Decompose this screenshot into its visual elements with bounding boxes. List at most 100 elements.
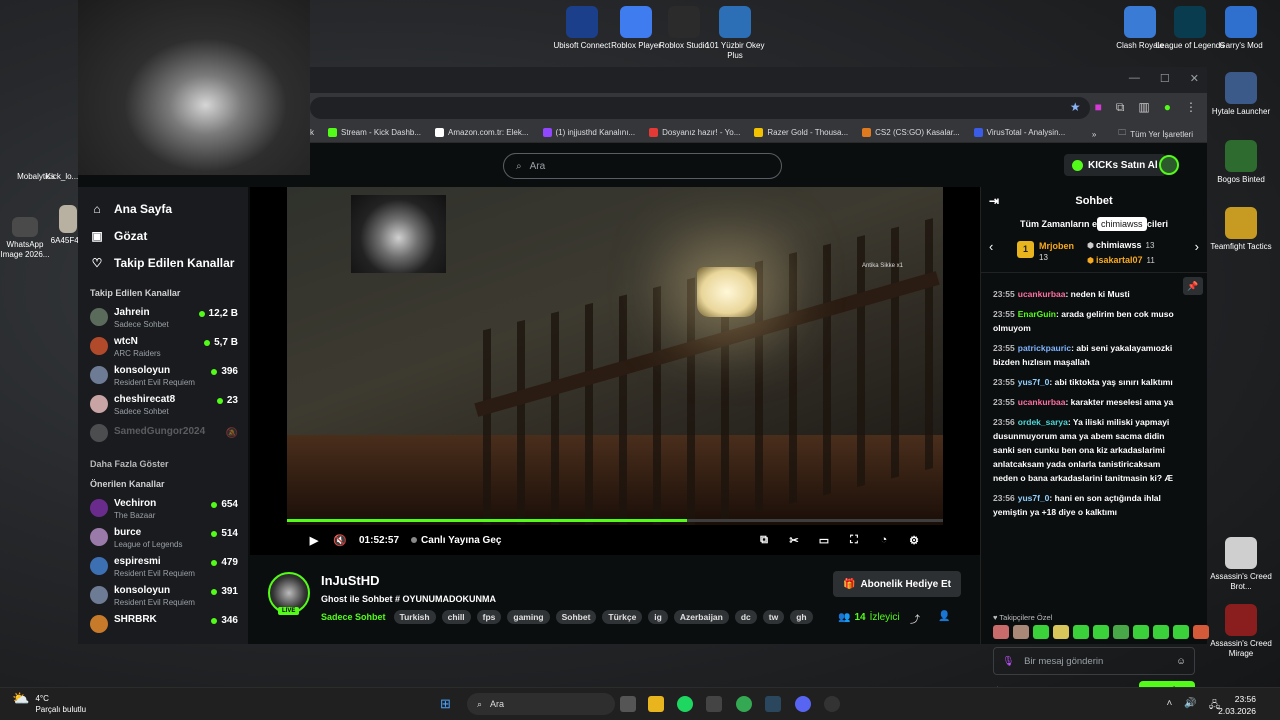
task-view-icon[interactable] xyxy=(620,696,636,712)
share-icon[interactable]: ⤴ xyxy=(910,611,920,626)
tray-arrow-icon[interactable]: ˄ xyxy=(1167,698,1173,715)
sidebar-channel[interactable]: konsoloyun Resident Evil Requiem 396 xyxy=(78,362,248,391)
stream-tag[interactable]: ig xyxy=(648,610,668,624)
sidebar-channel[interactable]: espiresmi Resident Evil Requiem 479 xyxy=(78,553,248,582)
chevron-left-icon[interactable]: ‹ xyxy=(989,239,993,254)
show-more-link[interactable]: Daha Fazla Göster xyxy=(78,459,248,469)
extension-icon[interactable]: ■ xyxy=(1095,100,1102,115)
bookmark-item[interactable]: CS2 (CS:GO) Kasalar... xyxy=(862,128,960,137)
stream-tag[interactable]: chill xyxy=(441,610,471,624)
message-username[interactable]: ucankurbaa xyxy=(1018,397,1066,407)
nav-item[interactable]: ▣ Gözat xyxy=(78,222,248,249)
video-player[interactable]: Antika Sikke x1 ▶ 🔇 01:52:57 Canlı Yayın… xyxy=(250,187,980,555)
app-icon[interactable] xyxy=(706,696,722,712)
stream-tag[interactable]: Sohbet xyxy=(555,610,597,624)
pip-icon[interactable]: ⧉ xyxy=(757,534,771,547)
offline-channel[interactable]: SamedGungor2024 🔕 xyxy=(78,420,248,449)
desktop-icon-kick[interactable]: Kick_lo... xyxy=(42,172,82,182)
puzzle-icon[interactable]: ⧉ xyxy=(1116,100,1125,115)
sidebar-channel[interactable]: konsoloyun Resident Evil Requiem 391 xyxy=(78,582,248,611)
menu-icon[interactable]: ⋮ xyxy=(1185,100,1197,115)
taskbar-search[interactable]: ⌕ Ara xyxy=(467,693,615,715)
buy-kicks-button[interactable]: KICKs Satın Al xyxy=(1064,154,1166,176)
message-username[interactable]: yus7f_0 xyxy=(1018,493,1050,503)
emote-icon[interactable] xyxy=(1113,625,1129,639)
bookmark-item[interactable]: Amazon.com.tr: Elek... xyxy=(435,128,529,137)
progress-bar[interactable] xyxy=(287,519,943,522)
steam-icon[interactable] xyxy=(765,696,781,712)
chevron-right-icon[interactable]: › xyxy=(1195,239,1199,254)
sidebar-channel[interactable]: cheshirecat8 Sadece Sohbet 23 xyxy=(78,391,248,420)
sidebar-icon[interactable]: ▥ xyxy=(1138,100,1149,115)
leader-second[interactable]: ⬢ chimiawss 13 xyxy=(1087,240,1154,250)
fullscreen-icon[interactable]: ⛶ xyxy=(847,534,861,547)
sidebar-channel[interactable]: Vechiron The Bazaar 654 xyxy=(78,495,248,524)
sidebar-channel[interactable]: SHRBRK 346 xyxy=(78,611,248,640)
emote-icon[interactable] xyxy=(993,625,1009,639)
stream-tag[interactable]: Türkçe xyxy=(602,610,643,624)
emote-icon[interactable] xyxy=(1053,625,1069,639)
stream-tag[interactable]: dc xyxy=(734,610,757,624)
app-icon[interactable] xyxy=(824,696,840,712)
emote-icon[interactable] xyxy=(1133,625,1149,639)
bookmark-item[interactable]: k xyxy=(310,128,314,137)
streamer-name[interactable]: InJuStHD xyxy=(321,573,380,588)
sidebar-channel[interactable]: Jahrein Sadece Sohbet 12,2 B xyxy=(78,304,248,333)
message-username[interactable]: patrickpauric xyxy=(1018,343,1071,353)
gift-sub-button[interactable]: 🎁 Abonelik Hediye Et xyxy=(833,571,961,597)
bookmark-item[interactable]: (1) injjusthd Kanalını... xyxy=(542,128,635,137)
emote-icon[interactable] xyxy=(1153,625,1169,639)
weather-widget[interactable]: ⛅ 4°C Parçalı bulutlu xyxy=(12,691,86,715)
desktop-icon[interactable]: 101 Yüzbir Okey Plus xyxy=(699,6,771,61)
emote-icon[interactable] xyxy=(1073,625,1089,639)
chat-input[interactable]: 🎙 Bir mesaj gönderin ☺ xyxy=(993,647,1195,675)
go-live-button[interactable]: Canlı Yayına Geç xyxy=(411,535,501,546)
theater-icon[interactable]: ▭ xyxy=(817,534,831,547)
clip-icon[interactable]: ✂ xyxy=(787,534,801,547)
profile-avatar[interactable]: ● xyxy=(1164,100,1171,115)
emote-icon[interactable] xyxy=(1033,625,1049,639)
desktop-icon[interactable]: Hytale Launcher xyxy=(1205,72,1277,117)
mic-icon[interactable]: 🎙 xyxy=(1002,656,1014,667)
play-icon[interactable]: ▶ xyxy=(307,534,321,547)
emote-icon[interactable] xyxy=(1173,625,1189,639)
start-icon[interactable]: ⊞ xyxy=(440,696,456,712)
message-username[interactable]: yus7f_0 xyxy=(1018,377,1050,387)
message-username[interactable]: ucankurbaa xyxy=(1018,289,1066,299)
speed-icon[interactable]: ◔ xyxy=(877,534,891,547)
desktop-icon[interactable]: Bogos Binted xyxy=(1205,140,1277,185)
leader-third[interactable]: ⬢ isakartal07 11 xyxy=(1087,255,1155,265)
bookmark-item[interactable]: Stream - Kick Dashb... xyxy=(328,128,421,137)
mute-icon[interactable]: 🔇 xyxy=(333,534,347,547)
discord-icon[interactable] xyxy=(795,696,811,712)
stream-tag[interactable]: Azerbaijan xyxy=(673,610,729,624)
user-avatar[interactable] xyxy=(1159,155,1179,175)
desktop-icon[interactable]: Assassin's Creed Mirage xyxy=(1205,604,1277,659)
address-bar[interactable] xyxy=(310,97,1090,119)
desktop-icon[interactable]: Garry's Mod xyxy=(1205,6,1277,51)
follow-icon[interactable]: 👤 xyxy=(938,611,950,626)
stream-category[interactable]: Sadece Sohbet xyxy=(321,612,386,622)
message-username[interactable]: EnarGuin xyxy=(1018,309,1056,319)
stream-tag[interactable]: tw xyxy=(762,610,785,624)
close-icon[interactable]: ✕ xyxy=(1190,72,1199,85)
emoji-icon[interactable]: ☺ xyxy=(1176,656,1186,667)
bookmark-item[interactable]: Razer Gold - Thousa... xyxy=(754,128,848,137)
emote-icon[interactable] xyxy=(1093,625,1109,639)
bookmarks-more[interactable]: » xyxy=(1092,130,1096,139)
all-bookmarks[interactable]: Tüm Yer İşaretleri xyxy=(1130,130,1193,139)
sidebar-channel[interactable]: wtcN ARC Raiders 5,7 B xyxy=(78,333,248,362)
bookmark-item[interactable]: Dosyanız hazır! - Yo... xyxy=(649,128,740,137)
clock[interactable]: 23:56 2.03.2026 xyxy=(1218,693,1256,717)
emote-icon[interactable] xyxy=(1013,625,1029,639)
chrome-icon[interactable] xyxy=(736,696,752,712)
stream-tag[interactable]: gaming xyxy=(507,610,550,624)
star-icon[interactable]: ★ xyxy=(1070,100,1081,115)
video-frame[interactable]: Antika Sikke x1 xyxy=(287,187,943,525)
minimize-icon[interactable]: — xyxy=(1129,72,1140,85)
emote-icon[interactable] xyxy=(1193,625,1209,639)
bookmark-item[interactable]: VirusTotal - Analysin... xyxy=(973,128,1065,137)
settings-icon[interactable]: ⚙ xyxy=(907,534,921,547)
desktop-icon[interactable]: Assassin's Creed Brot... xyxy=(1205,537,1277,592)
stream-tag[interactable]: fps xyxy=(476,610,502,624)
